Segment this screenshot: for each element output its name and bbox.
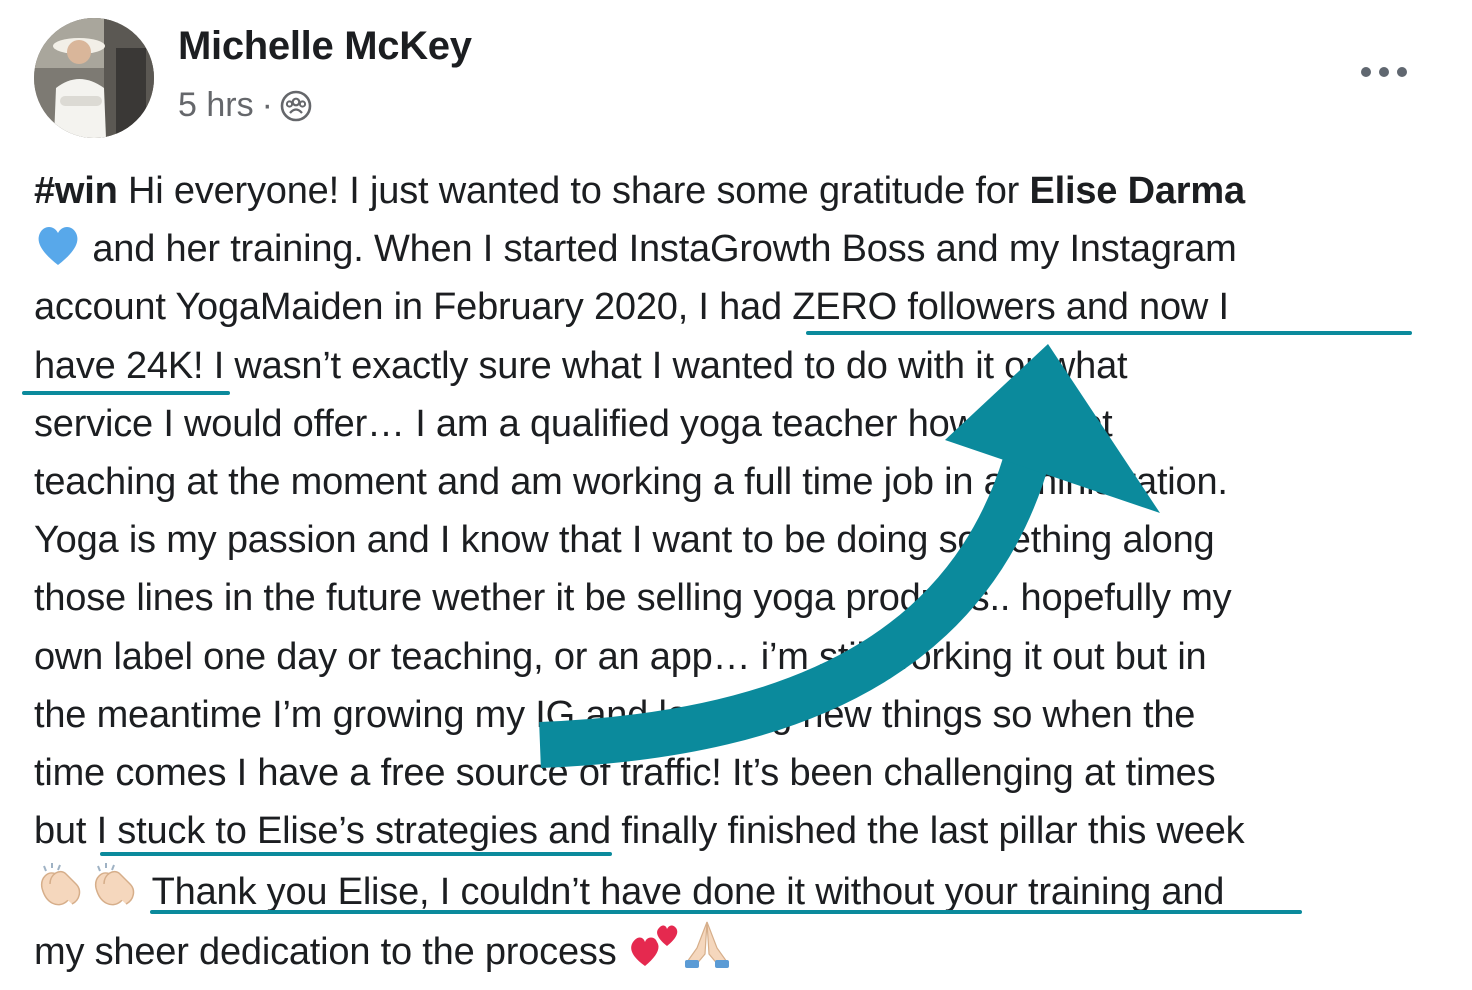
author-name[interactable]: Michelle McKey — [178, 24, 472, 69]
two-hearts-icon — [627, 918, 683, 987]
post-text-run: but I stuck to Elise’s strategies and fi… — [34, 810, 1245, 853]
meta-separator: · — [261, 86, 273, 124]
highlight-underline — [150, 910, 1302, 914]
author-avatar[interactable] — [34, 18, 154, 138]
post-text-run: Thank you Elise, I couldn’t have done it… — [142, 871, 1225, 914]
post-text-line: time comes I have a free source of traff… — [34, 744, 1444, 802]
post-text-line: teaching at the moment and am working a … — [34, 453, 1444, 511]
post-text-run: Yoga is my passion and I know that I wan… — [34, 519, 1215, 562]
post-text-run: and her training. When I started InstaGr… — [82, 228, 1237, 271]
post-timestamp[interactable]: 5 hrs — [178, 86, 254, 125]
clapping-hands-icon — [34, 860, 88, 927]
post-text-run: own label one day or teaching, or an app… — [34, 635, 1207, 678]
blue-heart-icon — [34, 223, 82, 284]
highlight-underline — [100, 852, 612, 856]
post-text-line: the meantime I’m growing my IG and learn… — [34, 686, 1444, 744]
post-text-run: the meantime I’m growing my IG and learn… — [34, 693, 1196, 736]
post-text-bold: Elise Darma — [1029, 170, 1246, 212]
post-text-line: those lines in the future wether it be s… — [34, 569, 1444, 627]
more-horizontal-icon — [1361, 67, 1407, 77]
post-text-line: own label one day or teaching, or an app… — [34, 628, 1444, 686]
post-meta: 5 hrs · — [178, 86, 313, 125]
post-text-run: time comes I have a free source of traff… — [34, 751, 1216, 794]
post-text-line: Yoga is my passion and I know that I wan… — [34, 511, 1444, 569]
highlight-underline — [806, 331, 1412, 335]
avatar-photo — [34, 18, 154, 138]
post-text-run: service I would offer… I am a qualified … — [34, 402, 1113, 445]
post-text-line: account YogaMaiden in February 2020, I h… — [34, 278, 1444, 336]
clapping-hands-icon — [88, 860, 142, 927]
post-text-run: teaching at the moment and am working a … — [34, 460, 1228, 503]
post-text-line: my sheer dedication to the process — [34, 918, 1444, 976]
post-text-bold[interactable]: #win — [34, 170, 118, 212]
post-text-run: have 24K! I wasn’t exactly sure what I w… — [34, 344, 1128, 387]
group-icon[interactable] — [279, 89, 313, 123]
folded-hands-icon — [683, 918, 731, 987]
post-text-line: #win Hi everyone! I just wanted to share… — [34, 162, 1444, 220]
post-text-run: my sheer dedication to the process — [34, 931, 627, 974]
post-text-line: service I would offer… I am a qualified … — [34, 395, 1444, 453]
highlight-underline — [22, 391, 230, 395]
post-text-run: those lines in the future wether it be s… — [34, 577, 1232, 620]
post-text-run: account YogaMaiden in February 2020, I h… — [34, 286, 1229, 329]
post-text-run: Hi everyone! I just wanted to share some… — [117, 170, 1030, 212]
more-options-button[interactable] — [1356, 58, 1412, 86]
post-text-line: and her training. When I started InstaGr… — [34, 220, 1444, 278]
post-text-line: have 24K! I wasn’t exactly sure what I w… — [34, 337, 1444, 395]
